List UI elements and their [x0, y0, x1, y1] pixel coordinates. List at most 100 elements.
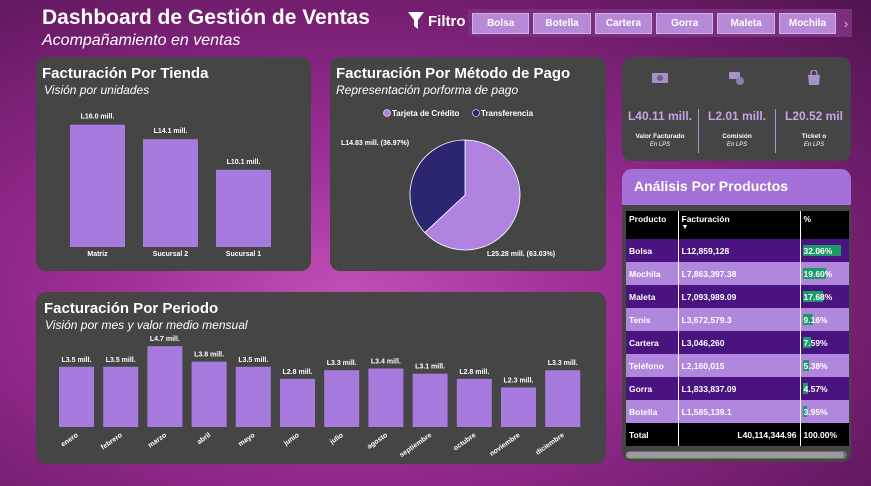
column-header-producto[interactable]: Producto	[626, 211, 679, 239]
bar-data-label: L14.1 mill.	[154, 128, 188, 135]
month-label: octubre	[452, 432, 477, 453]
sort-descending-icon: ▼	[681, 224, 689, 231]
pct-value: 7.59%	[803, 337, 828, 348]
month-label: enero	[60, 432, 80, 449]
periodo-chart: L3.5 mill. enero L3.5 mill. febrero L4.7 mil…	[59, 336, 581, 459]
tienda-chart: L16.0 mill. Matriz L14.1 mill. Sucursal 2 L1…	[70, 114, 271, 258]
money-icon	[652, 73, 668, 83]
bar-matriz[interactable]	[70, 124, 125, 247]
bar-junio[interactable]	[280, 378, 315, 427]
pct-value: 3.95%	[803, 406, 828, 417]
bar-septiembre[interactable]	[412, 373, 448, 427]
bar-marzo[interactable]	[147, 346, 183, 427]
kpi-label: Ticket o	[801, 133, 827, 140]
bar-febrero[interactable]	[103, 366, 139, 427]
month-label: septiembre	[399, 432, 434, 459]
bar-octubre[interactable]	[456, 378, 492, 427]
kpi-unit: En LPS	[726, 142, 748, 148]
pct-value: 19.60%	[803, 268, 833, 279]
table-row[interactable]: Teléfono L2,160,015 5.38%	[626, 354, 849, 377]
table-row[interactable]: Tenis L3,672,579.3 9.16%	[626, 308, 849, 331]
bar-data-label: L3.5 mill.	[62, 357, 92, 364]
cell-pct: 9.16%	[800, 308, 849, 331]
bar-data-label: L3.1 mill.	[415, 364, 445, 371]
column-header-pct[interactable]: %	[800, 211, 849, 239]
table-row[interactable]: Mochila L7,863,397.38 19.60%	[626, 262, 849, 285]
slicer-item-maleta[interactable]: Maleta	[717, 12, 775, 34]
cell-pct: 5.38%	[800, 354, 849, 377]
bar-data-label: L2.3 mill.	[504, 377, 534, 384]
pct-value: 4.57%	[803, 383, 828, 394]
cell-facturacion: L3,046,260	[678, 331, 801, 354]
bar-agosto[interactable]	[368, 368, 404, 427]
bar-data-label: L3.8 mill.	[194, 352, 224, 359]
column-header-facturacion[interactable]: Facturación ▼	[678, 211, 801, 239]
bar-data-label: L3.4 mill.	[371, 359, 401, 366]
kpi-comision: L2.01 mill. Comisión En LPS	[699, 57, 775, 161]
month-label: junio	[282, 432, 301, 448]
cell-producto: Tenis	[626, 308, 679, 331]
productos-panel: Análisis Por Productos Producto Facturac…	[622, 169, 851, 462]
bar-data-label: L16.0 mill.	[81, 114, 115, 121]
metodo-chart: Tarjeta de Crédito Transferencia L25.28 mi…	[341, 109, 555, 258]
slicer-item-mochila[interactable]: Mochila	[778, 12, 837, 34]
bar-diciembre[interactable]	[545, 370, 581, 427]
cell-pct: 32.06%	[800, 239, 849, 262]
bar-julio[interactable]	[324, 370, 360, 427]
productos-table: Producto Facturación ▼ % Bolsa L12,859,12…	[626, 211, 849, 446]
month-label: agosto	[366, 432, 389, 451]
bar-sucursal-1[interactable]	[216, 169, 271, 247]
bar-data-label: L4.7 mill.	[150, 336, 180, 343]
cell-pct: 3.95%	[800, 400, 849, 423]
cell-facturacion: L7,863,397.38	[678, 262, 801, 285]
cell-pct: 19.60%	[800, 262, 849, 285]
product-slicer: Bolsa Botella Cartera Gorra Maleta Mochi…	[468, 9, 852, 37]
pct-value: 5.38%	[803, 360, 828, 371]
month-label: mayo	[237, 432, 256, 448]
legend-label[interactable]: Transferencia	[481, 109, 534, 118]
table-row[interactable]: Botella L1,585,139.1 3.95%	[626, 400, 849, 423]
total-pct: 100.00%	[800, 423, 849, 446]
kpi-panel: L40.11 mill. Valor Facturado En LPS L2.0…	[622, 57, 851, 161]
table-row[interactable]: Cartera L3,046,260 7.59%	[626, 331, 849, 354]
slicer-next-icon[interactable]: ›	[840, 13, 852, 34]
bar-sucursal-2[interactable]	[143, 139, 198, 247]
kpi-value: L20.52 mil	[784, 109, 844, 123]
table-row[interactable]: Bolsa L12,859,128 32.06%	[626, 239, 849, 262]
kpi-unit: En LPS	[649, 142, 671, 148]
legend-marker	[383, 109, 391, 117]
kpi-value: L2.01 mill.	[707, 109, 767, 123]
horizontal-scrollbar[interactable]	[626, 451, 847, 459]
kpi-label: Valor Facturado	[635, 133, 685, 140]
cell-pct: 7.59%	[800, 331, 849, 354]
cell-producto: Gorra	[626, 377, 679, 400]
bar-noviembre[interactable]	[501, 387, 536, 427]
scrollbar-thumb[interactable]	[626, 452, 844, 458]
productos-title: Análisis Por Productos	[622, 169, 851, 205]
metodo-panel: Facturación Por Método de Pago Represent…	[330, 57, 606, 271]
kpi-valor-facturado: L40.11 mill. Valor Facturado En LPS	[622, 57, 698, 161]
slicer-item-cartera[interactable]: Cartera	[594, 12, 653, 34]
month-label: noviembre	[489, 432, 522, 458]
pct-value: 9.16%	[803, 314, 828, 325]
cell-facturacion: L7,093,989.09	[678, 285, 801, 308]
legend-label[interactable]: Tarjeta de Crédito	[392, 109, 460, 118]
slicer-item-gorra[interactable]: Gorra	[656, 12, 714, 34]
bar-enero[interactable]	[59, 366, 94, 427]
cell-producto: Mochila	[626, 262, 679, 285]
cell-facturacion: L2,160,015	[678, 354, 801, 377]
bar-data-label: L3.3 mill.	[548, 360, 578, 367]
cell-producto: Cartera	[626, 331, 679, 354]
slicer-item-bolsa[interactable]: Bolsa	[472, 12, 530, 34]
bar-abril[interactable]	[191, 361, 227, 427]
bar-mayo[interactable]	[235, 366, 271, 427]
pct-value: 32.06%	[803, 245, 833, 256]
kpi-ticket: L20.52 mil Ticket o En LPS	[776, 57, 852, 161]
slicer-item-botella[interactable]: Botella	[533, 12, 591, 34]
table-row[interactable]: Gorra L1,833,837.09 4.57%	[626, 377, 849, 400]
filter-label: Filtro	[408, 12, 466, 30]
category-label: Sucursal 1	[226, 251, 262, 258]
cell-facturacion: L1,585,139.1	[678, 400, 801, 423]
coins-icon	[729, 72, 744, 85]
table-row[interactable]: Maleta L7,093,989.09 17.68%	[626, 285, 849, 308]
